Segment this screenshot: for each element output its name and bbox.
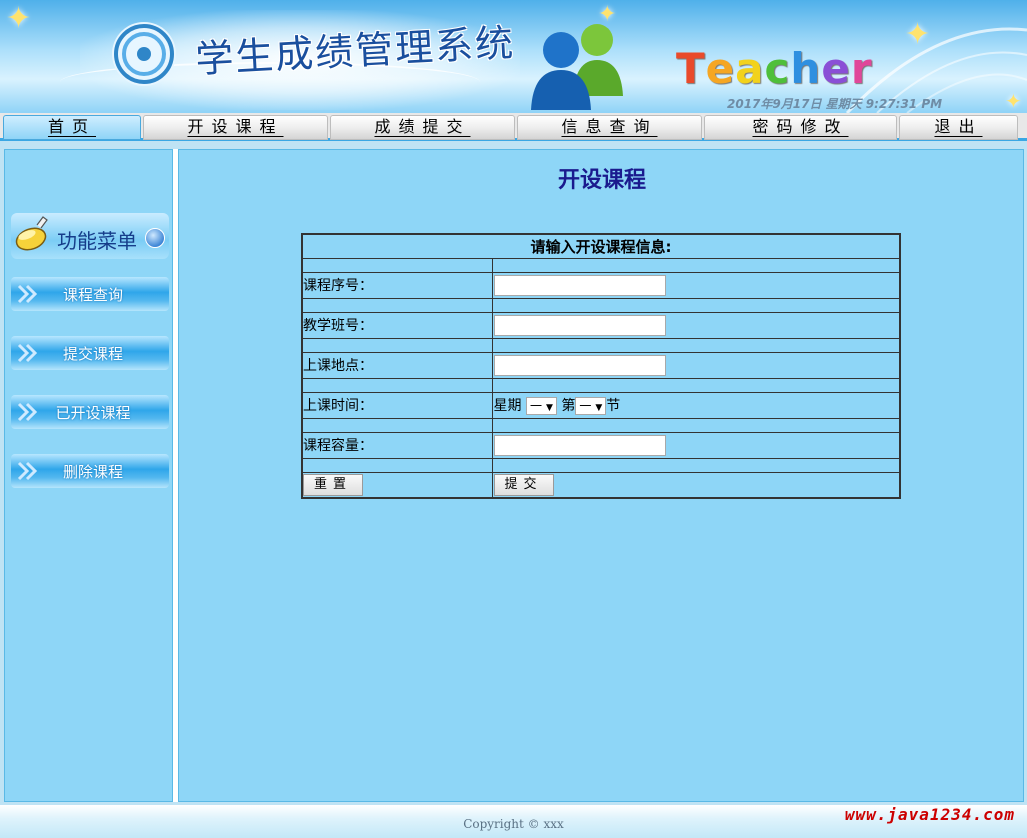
capacity-label: 课程容量： xyxy=(301,431,493,459)
course-no-cell xyxy=(491,271,901,299)
role-letter: e xyxy=(705,44,736,93)
form-spacer xyxy=(301,297,493,313)
sparkle-icon: ✦ xyxy=(6,1,32,36)
nav-tab-submit-grades[interactable]: 成绩提交 xyxy=(330,115,515,140)
class-no-input[interactable] xyxy=(493,314,666,336)
submit-cell: 提交 xyxy=(491,471,901,499)
menu-pot-icon xyxy=(15,216,48,251)
footer: Copyright © xxx www.java1234.com xyxy=(0,805,1027,838)
sidebar-menu-header: 功能菜单 xyxy=(11,213,169,259)
capacity-cell xyxy=(491,431,901,459)
period-select[interactable]: 一 ▼ xyxy=(575,397,607,415)
form-spacer xyxy=(491,297,901,313)
period-prefix: 第 xyxy=(561,398,576,414)
sidebar-item-submit-course[interactable]: 提交课程 xyxy=(11,336,169,370)
form-spacer xyxy=(491,377,901,393)
sidebar-menu-title: 功能菜单 xyxy=(57,229,137,253)
nav-tab-label: 信息查询 xyxy=(561,117,658,136)
nav-tab-open-course[interactable]: 开设课程 xyxy=(143,115,328,140)
nav-tab-label: 首页 xyxy=(47,117,96,136)
teacher-role-logo: Teacher xyxy=(676,44,873,93)
nav-tab-info-query[interactable]: 信息查询 xyxy=(517,115,702,140)
sparkle-icon: ✦ xyxy=(905,17,931,52)
form-spacer xyxy=(491,417,901,433)
location-input[interactable] xyxy=(493,354,666,376)
course-form: 请输入开设课程信息: 课程序号： 教学班号： 上课地点： 上课时间： 星期 一 ▼… xyxy=(301,233,901,499)
time-label: 上课时间： xyxy=(301,391,493,419)
reset-cell: 重置 xyxy=(301,471,493,499)
role-letter: h xyxy=(790,44,822,93)
time-cell: 星期 一 ▼ 第一 ▼ 节 xyxy=(491,391,901,419)
sidebar-item-label: 删除课程 xyxy=(62,463,123,481)
period-suffix: 节 xyxy=(606,398,621,414)
location-cell xyxy=(491,351,901,379)
sidebar-item-label: 课程查询 xyxy=(62,286,123,304)
capacity-input[interactable] xyxy=(493,434,666,456)
reset-button[interactable]: 重置 xyxy=(303,473,364,496)
location-label: 上课地点： xyxy=(301,351,493,379)
sidebar-item-delete-course[interactable]: 删除课程 xyxy=(11,454,169,488)
course-no-input[interactable] xyxy=(493,274,666,296)
menu-badge-icon xyxy=(145,228,165,248)
nav-tab-change-password[interactable]: 密码修改 xyxy=(704,115,897,140)
role-letter: a xyxy=(735,44,765,93)
nav-tab-label: 密码修改 xyxy=(752,117,849,136)
form-spacer xyxy=(491,337,901,353)
weekday-select[interactable]: 一 ▼ xyxy=(525,397,557,415)
top-nav: 首页 开设课程 成绩提交 信息查询 密码修改 退出 xyxy=(0,113,1027,141)
main-content: 开设课程 请输入开设课程信息: 课程序号： 教学班号： 上课地点： 上课时间： … xyxy=(178,149,1024,802)
weekday-prefix: 星期 xyxy=(493,398,522,414)
role-letter: r xyxy=(850,44,873,93)
form-spacer xyxy=(491,257,901,273)
period-select-value: 一 xyxy=(579,399,592,413)
role-letter: T xyxy=(676,44,706,93)
sidebar-item-label: 提交课程 xyxy=(62,345,123,363)
submit-button[interactable]: 提交 xyxy=(493,473,554,496)
course-no-label: 课程序号： xyxy=(301,271,493,299)
form-spacer xyxy=(491,457,901,473)
dropdown-arrow-icon: ▼ xyxy=(545,403,553,413)
nav-tab-home[interactable]: 首页 xyxy=(3,115,141,140)
form-spacer xyxy=(301,457,493,473)
role-letter: e xyxy=(821,44,851,93)
sidebar-item-course-query[interactable]: 课程查询 xyxy=(11,277,169,311)
sidebar-item-label: 已开设课程 xyxy=(55,404,131,422)
form-spacer xyxy=(301,257,493,273)
nav-tab-label: 退出 xyxy=(934,117,983,136)
sidebar: 功能菜单 课程查询 提交课程 已开设课程 删除课程 xyxy=(4,149,173,802)
sparkle-icon: ✦ xyxy=(1005,89,1022,113)
role-letter: c xyxy=(764,44,791,93)
class-no-cell xyxy=(491,311,901,339)
form-spacer xyxy=(301,337,493,353)
form-title: 请输入开设课程信息: xyxy=(301,233,901,259)
watermark: www.java1234.com xyxy=(844,805,1015,824)
form-spacer xyxy=(301,377,493,393)
form-spacer xyxy=(301,417,493,433)
header-banner: ✦ ✦ ✦ ✦ 学生成绩管理系统 Teacher 2017年9月17日 星期天 … xyxy=(0,0,1027,113)
sidebar-item-opened-courses[interactable]: 已开设课程 xyxy=(11,395,169,429)
nav-tab-label: 成绩提交 xyxy=(374,117,471,136)
nav-tab-logout[interactable]: 退出 xyxy=(899,115,1018,140)
weekday-select-value: 一 xyxy=(529,399,542,413)
page-title: 开设课程 xyxy=(557,168,646,193)
nav-tab-label: 开设课程 xyxy=(187,117,284,136)
dropdown-arrow-icon: ▼ xyxy=(595,403,603,413)
users-icon xyxy=(531,24,623,110)
header-clock: 2017年9月17日 星期天 9:27:31 PM xyxy=(727,97,943,111)
class-no-label: 教学班号： xyxy=(301,311,493,339)
swirl-logo-icon xyxy=(112,22,176,86)
